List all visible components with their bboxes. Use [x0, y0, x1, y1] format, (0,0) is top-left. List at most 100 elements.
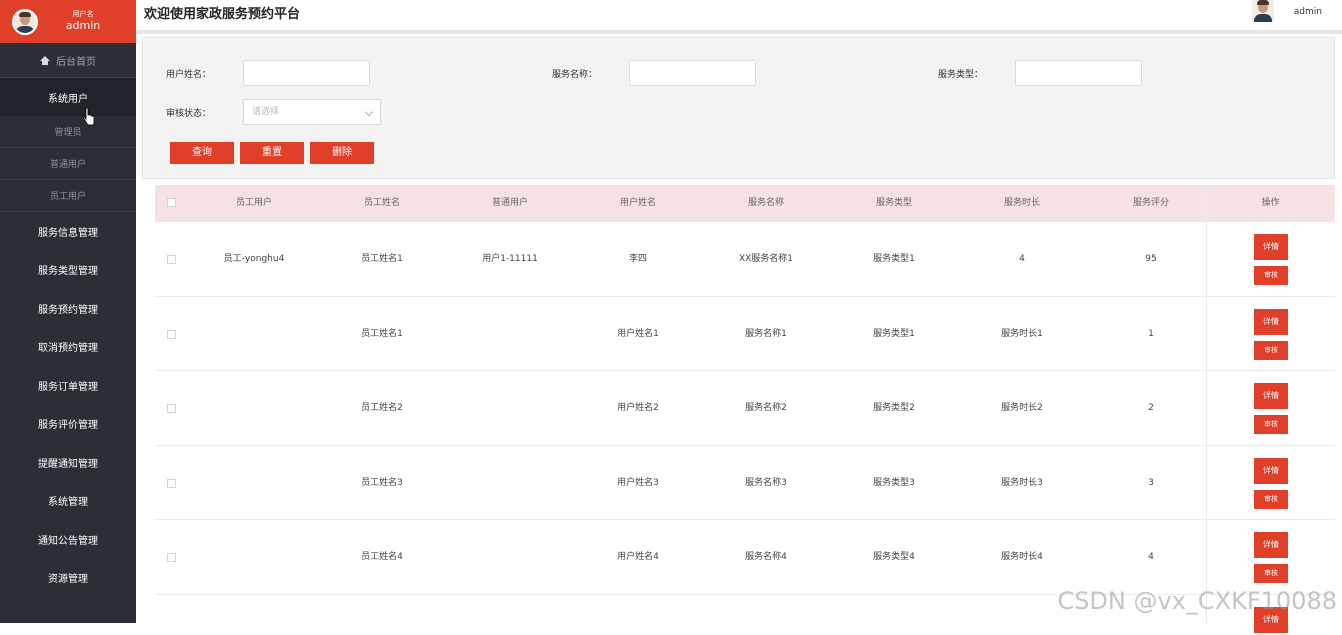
cell-staff-user: 员工-yonghu4: [223, 254, 285, 264]
row-checkbox[interactable]: [167, 478, 176, 488]
sidebar-item-reminders[interactable]: 提醒通知管理: [0, 443, 136, 482]
reset-button[interactable]: 重置: [240, 142, 304, 164]
username-label: 用户姓名：: [166, 70, 212, 80]
sidebar-item-label: 后台首页: [56, 56, 96, 68]
sidebar-item-service-type[interactable]: 服务类型管理: [0, 251, 136, 290]
cell-staff-user: [190, 520, 318, 594]
home-icon: [40, 55, 50, 65]
audit-button[interactable]: 审核: [1254, 489, 1288, 509]
row-checkbox[interactable]: [167, 404, 176, 413]
row-checkbox[interactable]: [167, 329, 176, 339]
username-input[interactable]: [243, 60, 370, 86]
sidebar-subitem-staff-users[interactable]: 员工用户: [0, 180, 136, 212]
sidebar: 用户名 admin 后台首页 系统用户 管理员 普通用户 员工用户 服务信息管理…: [0, 0, 136, 623]
service-type-input[interactable]: [1015, 60, 1142, 86]
cell-normal-user: [446, 446, 574, 520]
audit-button[interactable]: 审核: [1254, 415, 1288, 434]
cell-service-name: XX服务名称1: [738, 254, 794, 264]
cell-service-name: 服务名称1: [745, 328, 787, 339]
watermark: CSDN @vx_CXKF10088: [1057, 587, 1337, 615]
detail-button[interactable]: 详情: [1254, 457, 1288, 484]
audit-status-placeholder: 请选择: [252, 107, 280, 117]
sidebar-item-resources[interactable]: 资源管理: [0, 559, 136, 598]
cell-normal-user: [446, 371, 574, 445]
actions-column-divider: [1206, 185, 1207, 625]
cell-user-name: 用户姓名4: [617, 552, 659, 562]
sidebar-item-service-booking[interactable]: 服务预约管理: [0, 289, 136, 328]
select-all-checkbox[interactable]: [167, 198, 176, 207]
cell-staff-name: 员工姓名1: [361, 328, 403, 339]
detail-button[interactable]: 详情: [1254, 532, 1288, 558]
sidebar-item-service-orders[interactable]: 服务订单管理: [0, 366, 136, 405]
cell-service-duration: 4: [1019, 254, 1025, 264]
col-actions: 操作: [1261, 198, 1280, 208]
table-row: 员工姓名4 用户姓名4 服务名称4 服务类型4 服务时长4 4 详情 审核: [155, 520, 1335, 595]
service-name-input[interactable]: [629, 60, 756, 86]
cell-staff-name: 员工姓名4: [361, 552, 403, 562]
sidebar-item-announcements[interactable]: 通知公告管理: [0, 520, 136, 559]
cell-service-name: 服务名称3: [745, 477, 787, 488]
cell-service-name: 服务名称2: [745, 403, 787, 413]
cell-service-duration: 服务时长2: [1001, 403, 1043, 413]
cell-service-type: 服务类型3: [873, 477, 915, 488]
cell-staff-user: [190, 297, 318, 371]
sidebar-item-service-info[interactable]: 服务信息管理: [0, 212, 136, 251]
cell-service-score: 1: [1148, 328, 1154, 339]
cell-service-score: 95: [1145, 254, 1157, 264]
cell-service-duration: 服务时长1: [1001, 328, 1043, 339]
sidebar-item-home[interactable]: 后台首页: [0, 43, 136, 78]
cell-service-type: 服务类型2: [873, 403, 915, 413]
cell-staff-user: [190, 446, 318, 520]
table-row: 员工-yonghu4 员工姓名1 用户1-11111 李四 XX服务名称1 服务…: [155, 222, 1335, 297]
col-normal-user: 普通用户: [491, 198, 528, 208]
page-title: 欢迎使用家政服务预约平台: [144, 7, 301, 22]
sidebar-subitem-normal-users[interactable]: 普通用户: [0, 148, 136, 180]
detail-button[interactable]: 详情: [1254, 308, 1288, 335]
top-header: 欢迎使用家政服务预约平台 admin: [136, 0, 1342, 30]
cell-service-type: 服务类型1: [873, 328, 915, 339]
cell-service-type: 服务类型4: [873, 552, 915, 562]
user-label: 用户名: [72, 9, 94, 18]
header-divider: [136, 30, 1342, 34]
mouse-cursor-icon: [83, 108, 95, 126]
header-username[interactable]: admin: [1294, 7, 1322, 17]
cell-service-score: 3: [1148, 477, 1154, 488]
audit-status-select[interactable]: 请选择: [243, 99, 381, 125]
header-avatar[interactable]: [1252, 0, 1274, 22]
data-table: 员工用户 员工姓名 普通用户 用户姓名 服务名称 服务类型 服务时长 服务评分 …: [155, 185, 1335, 635]
cell-staff-user: [190, 371, 318, 445]
query-button[interactable]: 查询: [170, 142, 234, 164]
cell-user-name: 李四: [628, 254, 647, 264]
sidebar-item-label: 系统用户: [48, 93, 88, 105]
sidebar-item-system-users[interactable]: 系统用户: [0, 78, 136, 116]
audit-button[interactable]: 审核: [1254, 564, 1288, 583]
sidebar-subitem-admin[interactable]: 管理员: [0, 116, 136, 148]
row-checkbox[interactable]: [167, 553, 176, 562]
chevron-down-icon: [364, 107, 374, 117]
cell-service-score: 4: [1148, 552, 1154, 562]
col-service-score: 服务评分: [1132, 198, 1169, 208]
detail-button[interactable]: 详情: [1254, 383, 1288, 409]
detail-button[interactable]: 详情: [1254, 234, 1288, 260]
cell-staff-name: 员工姓名1: [361, 254, 403, 264]
service-type-label: 服务类型：: [938, 70, 984, 80]
sidebar-user-text: 用户名 admin: [38, 9, 136, 33]
cell-normal-user: 用户1-11111: [482, 254, 538, 264]
audit-button[interactable]: 审核: [1254, 266, 1288, 285]
cell-normal-user: [446, 297, 574, 371]
col-service-name: 服务名称: [747, 198, 784, 208]
avatar: [12, 8, 38, 35]
sidebar-item-cancel-booking[interactable]: 取消预约管理: [0, 328, 136, 367]
cell-staff-name: 员工姓名3: [361, 477, 403, 488]
sidebar-user-block: 用户名 admin: [0, 0, 136, 43]
delete-button[interactable]: 删除: [310, 142, 374, 164]
sidebar-item-service-reviews[interactable]: 服务评价管理: [0, 405, 136, 444]
cell-service-duration: 服务时长3: [1001, 477, 1043, 488]
sidebar-item-system-management[interactable]: 系统管理: [0, 482, 136, 521]
cell-user-name: 用户姓名2: [617, 403, 659, 413]
cell-service-score: 2: [1148, 403, 1154, 413]
table-row: 员工姓名1 用户姓名1 服务名称1 服务类型1 服务时长1 1 详情 审核: [155, 297, 1335, 371]
row-checkbox[interactable]: [167, 255, 176, 264]
col-staff-name: 员工姓名: [363, 198, 400, 208]
audit-button[interactable]: 审核: [1254, 340, 1288, 360]
